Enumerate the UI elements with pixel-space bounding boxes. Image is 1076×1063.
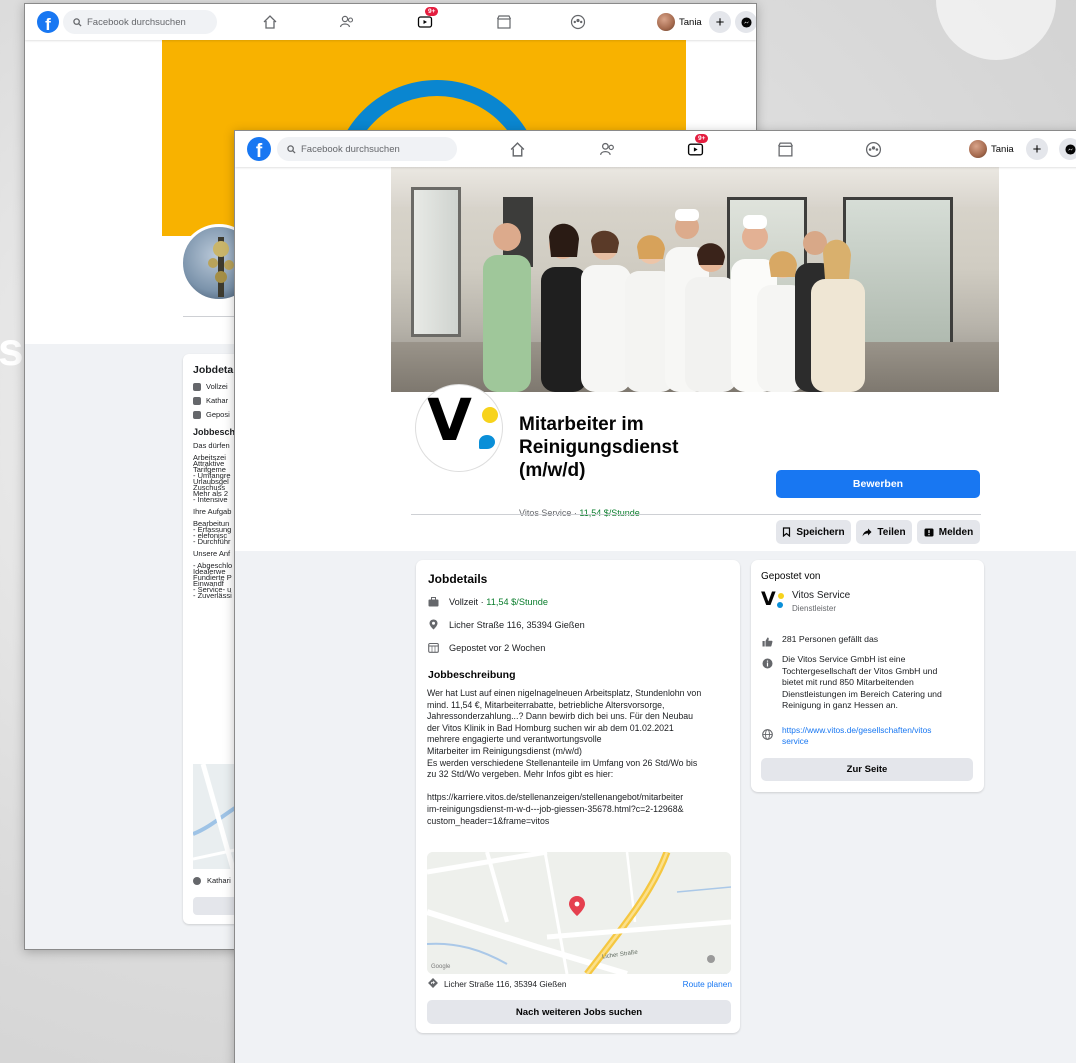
share-button[interactable]: Teilen	[856, 520, 912, 544]
report-icon	[924, 528, 934, 536]
calendar-icon	[428, 642, 439, 653]
text-line: Jahressonderzahlung...? Dann bewirb dich…	[427, 711, 694, 722]
company-small-logo[interactable]: V	[761, 590, 785, 612]
employment-type: Vollzeit · 11,54 $/Stunde	[428, 596, 548, 607]
info-icon	[762, 656, 773, 674]
friends-icon[interactable]	[337, 12, 357, 32]
home-icon[interactable]	[507, 139, 527, 159]
avatar	[969, 140, 987, 158]
team-photo	[483, 209, 865, 392]
report-button[interactable]: Melden	[917, 520, 980, 544]
briefcase-icon	[193, 382, 201, 391]
search-icon	[287, 144, 296, 154]
posted-by-card: Gepostet von V Vitos Service Dienstleist…	[751, 560, 984, 792]
share-icon	[862, 528, 872, 536]
groups-icon[interactable]	[568, 12, 588, 32]
notification-badge: 9+	[695, 134, 709, 143]
globe-icon	[762, 727, 773, 745]
likes-count: 281 Personen gefällt das	[782, 634, 879, 644]
company-website-link[interactable]: https://www.vitos.de/gesellschaften/vito…	[782, 725, 931, 748]
notification-badge: 9+	[425, 7, 439, 16]
text-line	[427, 781, 732, 793]
messenger-button[interactable]	[735, 11, 756, 33]
text-line: der Vitos Klinik in Bad Homburg suchen w…	[427, 722, 674, 733]
description-title: Jobbeschreibung	[428, 669, 516, 681]
search-icon	[73, 17, 82, 27]
more-jobs-button[interactable]: Nach weiteren Jobs suchen	[427, 1000, 731, 1024]
job-location: Licher Straße 116, 35394 Gießen	[428, 619, 585, 630]
map-address-row: Licher Straße 116, 35394 Gießen Route pl…	[428, 978, 732, 990]
groups-icon[interactable]	[863, 139, 883, 159]
friends-icon[interactable]	[597, 139, 617, 159]
text-line: mehrere engagierte und verantwortungsvol…	[427, 734, 602, 745]
bookmark-icon	[783, 527, 791, 537]
marketplace-icon[interactable]	[775, 139, 795, 159]
background-circle	[936, 0, 1056, 60]
job-title: Mitarbeiter im Reinigungsdienst (m/w/d)	[519, 414, 679, 481]
directions-icon	[193, 876, 201, 885]
messenger-icon	[740, 16, 752, 28]
front-topbar: f Facebook durchsuchen 9+ Tania +	[235, 131, 1076, 167]
text-line: mind. 11,54 €, Mitarbeiterrabatte, betri…	[427, 699, 665, 710]
company-category: Dienstleister	[792, 604, 837, 613]
text-line: custom_header=1&frame=vitos	[427, 815, 550, 826]
text-line: bietet mit rund 850 Mitarbeitenden	[782, 677, 914, 688]
location-pin-icon	[428, 619, 439, 630]
save-button[interactable]: Speichern	[776, 520, 851, 544]
directions-icon	[428, 978, 438, 990]
like-icon	[762, 634, 773, 652]
company-about: Die Vitos Service GmbH ist eine Tochterge…	[782, 654, 942, 712]
calendar-icon	[193, 410, 201, 419]
text-line: Tochtergesellschaft der Vitos GmbH und	[782, 665, 938, 676]
marketplace-icon[interactable]	[494, 12, 514, 32]
create-button[interactable]: +	[709, 11, 731, 33]
text-line: im-reinigungsdienst-m-w-d---job-giessen-…	[427, 803, 684, 814]
watch-icon[interactable]: 9+	[685, 134, 709, 159]
company-logo[interactable]: V	[415, 384, 503, 472]
text-line: Mitarbeiter im Reinigungsdienst (m/w/d)	[427, 745, 582, 756]
search-input[interactable]: Facebook durchsuchen	[63, 10, 217, 34]
job-cover-photo	[391, 167, 999, 392]
facebook-logo[interactable]: f	[247, 137, 271, 161]
text-line: Dienstleistungen im Bereich Catering und	[782, 688, 942, 699]
location-map[interactable]: Licher Straße Google	[427, 852, 731, 974]
user-profile-button[interactable]: Tania	[969, 140, 1014, 158]
posted-by-title: Gepostet von	[761, 571, 821, 582]
job-description: Wer hat Lust auf einen nigelnagelneuen A…	[427, 688, 732, 827]
text-line: https://karriere.vitos.de/stellenanzeige…	[427, 792, 684, 803]
header-divider	[411, 514, 981, 515]
visit-page-button[interactable]: Zur Seite	[761, 758, 973, 781]
text-line: Reinigung in ganz Hessen an.	[782, 700, 898, 711]
route-link[interactable]: Route planen	[683, 979, 732, 989]
apply-button[interactable]: Bewerben	[776, 470, 980, 498]
facebook-logo[interactable]: f	[37, 11, 59, 33]
text-line: Es werden verschiedene Stellenanteile im…	[427, 757, 698, 768]
briefcase-icon	[428, 596, 439, 607]
search-input[interactable]: Facebook durchsuchen	[277, 137, 457, 161]
home-icon[interactable]	[260, 12, 280, 32]
front-window: f Facebook durchsuchen 9+ Tania + V Mita…	[234, 130, 1076, 1063]
messenger-icon	[1064, 143, 1076, 155]
text-line: Wer hat Lust auf einen nigelnagelneuen A…	[427, 688, 702, 698]
text-line: Die Vitos Service GmbH ist eine	[782, 654, 906, 664]
location-icon	[193, 396, 201, 405]
job-page: V Mitarbeiter im Reinigungsdienst (m/w/d…	[235, 167, 1076, 1063]
watch-icon[interactable]: 9+	[415, 7, 439, 32]
job-details-card: Jobdetails Vollzeit · 11,54 $/Stunde Lic…	[416, 560, 740, 1033]
back-topbar: f Facebook durchsuchen 9+ Tania +	[25, 4, 756, 40]
job-subtitle: Vitos Service · 11,54 $/Stunde	[519, 508, 640, 518]
user-profile-button[interactable]: Tania	[657, 13, 702, 31]
text-line: zu 32 Std/Wo vergeben. Mehr Infos gibt e…	[427, 769, 614, 780]
company-name[interactable]: Vitos Service	[792, 590, 850, 601]
create-button[interactable]: +	[1026, 138, 1048, 160]
map-attribution: Google	[431, 964, 451, 970]
details-title: Jobdetails	[428, 572, 488, 586]
avatar	[657, 13, 675, 31]
background-letter: s	[0, 323, 24, 375]
messenger-button[interactable]	[1059, 138, 1076, 160]
posted-time: Gepostet vor 2 Wochen	[428, 642, 545, 653]
